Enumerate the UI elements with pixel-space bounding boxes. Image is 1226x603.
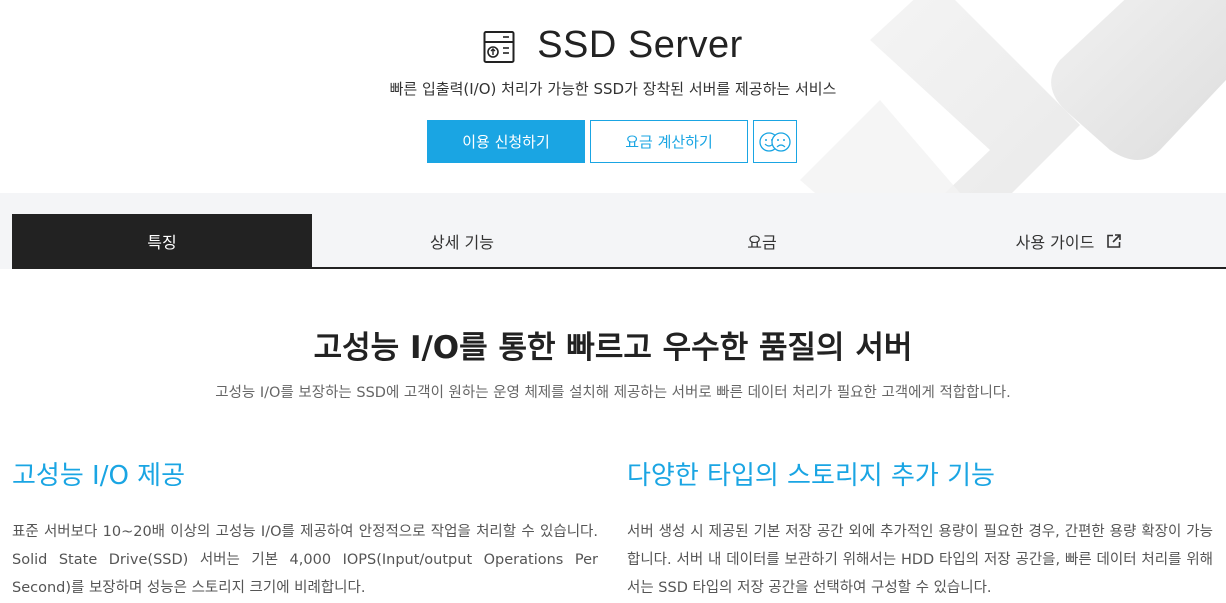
server-icon: [483, 30, 515, 63]
external-link-icon: [1107, 233, 1122, 248]
hero-title-row: SSD Server: [0, 24, 1226, 67]
section-description: 고성능 I/O를 보장하는 SSD에 고객이 원하는 운영 체제를 설치해 제공…: [215, 385, 1011, 401]
tab-details[interactable]: 상세 기능: [312, 214, 612, 267]
feature-storage-expansion: 다양한 타입의 스토리지 추가 기능 서버 생성 시 제공된 기본 저장 공간 …: [627, 455, 1213, 602]
feature-body: 표준 서버보다 10~20배 이상의 고성능 I/O를 제공하여 안정적으로 작…: [12, 524, 598, 596]
hero-section: SSD Server 빠른 입출력(I/O) 처리가 가능한 SSD가 장착된 …: [0, 0, 1226, 193]
feature-body: 서버 생성 시 제공된 기본 저장 공간 외에 추가적인 용량이 필요한 경우,…: [627, 524, 1213, 596]
feedback-button[interactable]: [753, 120, 797, 163]
section-title: 고성능 I/O를 통한 빠르고 우수한 품질의 서버: [313, 330, 913, 366]
feature-title: 고성능 I/O 제공: [12, 461, 186, 491]
tab-user-guide[interactable]: 사용 가이드: [912, 214, 1226, 267]
hero-button-group: 이용 신청하기 요금 계산하기: [427, 120, 797, 163]
price-calculator-button[interactable]: 요금 계산하기: [590, 120, 748, 163]
tab-label: 사용 가이드: [1015, 232, 1095, 252]
tab-list: 특징 상세 기능 요금 사용 가이드: [12, 214, 1226, 269]
feature-title: 다양한 타입의 스토리지 추가 기능: [627, 461, 995, 491]
page-title: SSD Server: [537, 24, 743, 66]
tab-bar: 특징 상세 기능 요금 사용 가이드: [0, 193, 1226, 269]
feature-high-performance-io: 고성능 I/O 제공 표준 서버보다 10~20배 이상의 고성능 I/O를 제…: [12, 455, 598, 602]
tab-pricing[interactable]: 요금: [612, 214, 912, 267]
tab-label: 요금: [747, 232, 777, 252]
feedback-faces-icon: [759, 131, 791, 152]
apply-button[interactable]: 이용 신청하기: [427, 120, 585, 163]
tab-label: 상세 기능: [430, 232, 494, 252]
tab-label: 특징: [147, 232, 177, 252]
page-subtitle: 빠른 입출력(I/O) 처리가 가능한 SSD가 장착된 서버를 제공하는 서비…: [389, 80, 837, 98]
tab-features[interactable]: 특징: [12, 214, 312, 267]
